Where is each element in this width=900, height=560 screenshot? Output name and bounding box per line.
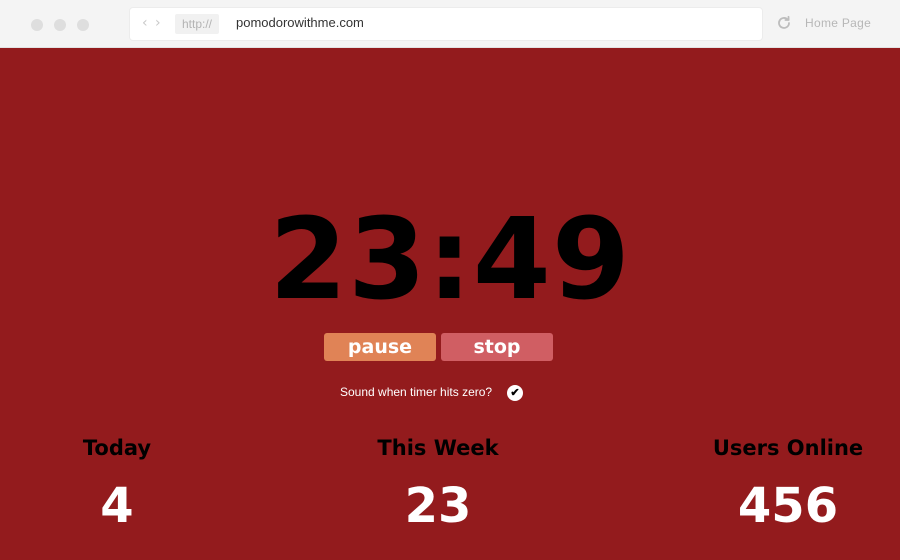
window-minimize-dot[interactable] xyxy=(54,19,66,31)
reload-icon[interactable] xyxy=(776,15,792,31)
stop-button[interactable]: stop xyxy=(441,333,553,361)
url-protocol: http:// xyxy=(175,14,220,34)
stat-label-today: Today xyxy=(82,436,152,460)
stat-value-this-week: 23 xyxy=(404,478,472,534)
home-page-link[interactable]: Home Page xyxy=(805,16,871,30)
forward-arrow-icon[interactable]: › xyxy=(155,15,161,31)
browser-chrome: ‹ › http:// pomodorowithme.com Home Page xyxy=(0,0,900,48)
window-close-dot[interactable] xyxy=(31,19,43,31)
stat-label-users-online: Users Online xyxy=(712,436,864,460)
sound-toggle-label: Sound when timer hits zero? xyxy=(340,385,493,399)
stat-label-this-week: This Week xyxy=(377,436,499,460)
address-bar[interactable]: ‹ › http:// pomodorowithme.com xyxy=(130,8,762,40)
stat-value-users-online: 456 xyxy=(737,478,839,534)
stat-value-today: 4 xyxy=(100,478,134,534)
checkmark-icon: ✔ xyxy=(510,387,520,399)
timer-display: 23:49 xyxy=(269,195,631,325)
sound-checkbox[interactable]: ✔ xyxy=(507,385,523,401)
url-text[interactable]: pomodorowithme.com xyxy=(236,15,364,30)
window-maximize-dot[interactable] xyxy=(77,19,89,31)
back-arrow-icon[interactable]: ‹ xyxy=(142,15,148,31)
pause-button[interactable]: pause xyxy=(324,333,436,361)
